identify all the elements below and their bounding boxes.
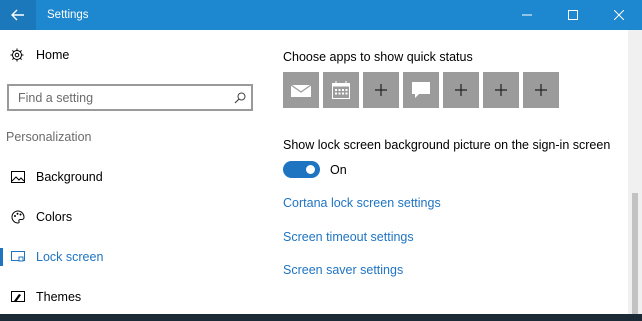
maximize-icon [568, 10, 578, 20]
plus-icon [455, 84, 467, 96]
sidebar-item-label: Colors [36, 210, 73, 224]
lock-screen-icon [0, 251, 36, 263]
window-title: Settings [47, 9, 89, 21]
gear-icon [10, 48, 24, 62]
plus-icon [495, 84, 507, 96]
calendar-icon [332, 81, 350, 99]
title-bar: Settings [0, 0, 642, 30]
themes-icon [0, 290, 36, 304]
signin-background-toggle[interactable] [283, 161, 320, 178]
search-placeholder: Find a setting [18, 90, 94, 105]
section-title: Personalization [6, 130, 92, 144]
close-icon [614, 10, 624, 20]
sidebar: Home Find a setting Personalization Back… [0, 30, 262, 314]
search-icon[interactable] [229, 92, 251, 104]
quick-status-label: Choose apps to show quick status [283, 50, 473, 64]
quick-status-app-messaging[interactable] [403, 72, 439, 108]
minimize-button[interactable] [504, 0, 550, 30]
signin-background-label: Show lock screen background picture on t… [283, 138, 611, 152]
main-content: Choose apps to show quick status Show lo… [283, 30, 628, 314]
screen-saver-settings-link[interactable]: Screen saver settings [283, 263, 403, 277]
sidebar-item-label: Themes [36, 290, 82, 304]
home-label: Home [36, 48, 70, 62]
toggle-knob [306, 165, 315, 174]
sidebar-item-themes[interactable]: Themes [0, 282, 262, 312]
plus-icon [375, 84, 387, 96]
screen-timeout-settings-link[interactable]: Screen timeout settings [283, 230, 414, 244]
quick-status-add-button[interactable] [483, 72, 519, 108]
back-arrow-icon [11, 9, 24, 21]
mail-icon [291, 84, 311, 97]
sidebar-item-label: Lock screen [36, 250, 104, 264]
quick-status-add-button[interactable] [363, 72, 399, 108]
home-nav-item[interactable]: Home [10, 48, 69, 62]
taskbar-edge [0, 314, 642, 321]
quick-status-add-button[interactable] [443, 72, 479, 108]
sidebar-item-label: Background [36, 170, 103, 184]
minimize-icon [522, 14, 532, 16]
sidebar-item-lock-screen[interactable]: Lock screen [0, 242, 262, 272]
sidebar-item-background[interactable]: Background [0, 162, 262, 192]
back-button[interactable] [0, 0, 36, 30]
signin-background-toggle-row: On [283, 161, 347, 178]
picture-icon [0, 171, 36, 183]
message-icon [412, 82, 430, 98]
quick-status-app-calendar[interactable] [323, 72, 359, 108]
toggle-state-label: On [330, 162, 347, 177]
close-button[interactable] [596, 0, 642, 30]
maximize-button[interactable] [550, 0, 596, 30]
palette-icon [0, 210, 36, 224]
scrollbar-thumb[interactable] [632, 193, 638, 314]
plus-icon [535, 84, 547, 96]
quick-status-app-mail[interactable] [283, 72, 319, 108]
quick-status-add-button[interactable] [523, 72, 559, 108]
search-input[interactable]: Find a setting [7, 84, 253, 111]
quick-status-apps [283, 72, 559, 108]
active-indicator [0, 248, 3, 266]
sidebar-item-colors[interactable]: Colors [0, 202, 262, 232]
cortana-lock-screen-settings-link[interactable]: Cortana lock screen settings [283, 196, 441, 210]
